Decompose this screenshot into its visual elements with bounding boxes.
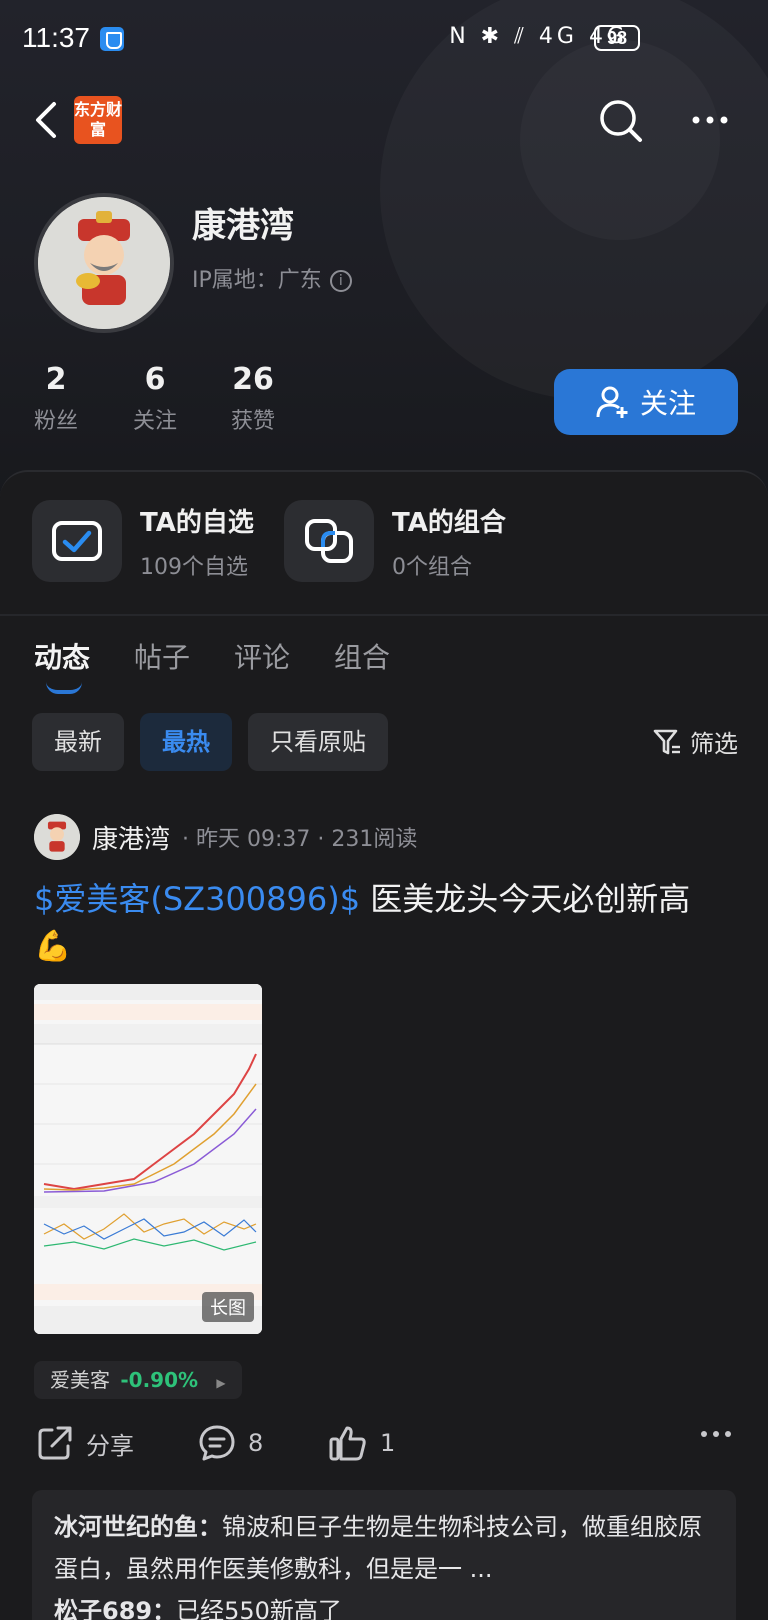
stat-following-label: 关注 <box>132 409 177 434</box>
filter-icon <box>653 729 680 754</box>
stock-tag-change: -0.90% <box>120 1368 199 1392</box>
stat-likes-label: 获赞 <box>230 409 275 434</box>
comment-count: 8 <box>248 1429 264 1457</box>
portfolio-title: TA的组合 <box>392 507 506 538</box>
tab-bar: 动态 帖子 评论 组合 <box>34 636 390 694</box>
post-body: 医美龙头今天必创新高 <box>360 880 691 918</box>
stat-likes[interactable]: 26 获赞 <box>213 362 293 435</box>
tab-portfolio[interactable]: 组合 <box>334 636 390 676</box>
info-icon[interactable]: i <box>329 270 352 292</box>
watchlist-title: TA的自选 <box>140 507 254 538</box>
filter-button[interactable]: 筛选 <box>652 724 738 759</box>
shield-icon <box>100 27 124 51</box>
chevron-right-icon: ▶ <box>216 1376 226 1390</box>
watchlist-count: 109个自选 <box>140 554 248 580</box>
comment-item: 冰河世纪的鱼：锦波和巨子生物是生物科技公司，做重组胶原蛋白，虽然用作医美修敷科，… <box>54 1506 714 1590</box>
more-icon <box>701 1431 731 1437</box>
portfolio-card[interactable]: TA的组合 0个组合 <box>284 500 506 582</box>
stat-following[interactable]: 6 关注 <box>115 362 195 435</box>
post-content[interactable]: $爱美客(SZ300896)$ 医美龙头今天必创新高 💪 <box>34 876 734 970</box>
comment-item: 松子689：已经550新高了 <box>54 1590 714 1620</box>
chip-latest[interactable]: 最新 <box>32 713 124 771</box>
comment-icon <box>199 1425 235 1461</box>
search-icon[interactable] <box>598 98 644 144</box>
post-emoji: 💪 <box>34 929 72 964</box>
ip-location-text: IP属地：广东 <box>192 268 322 293</box>
tab-posts[interactable]: 帖子 <box>134 636 190 676</box>
post-username[interactable]: 康港湾 <box>92 819 170 856</box>
post-more-button[interactable] <box>700 1424 732 1444</box>
filter-label: 筛选 <box>690 730 738 758</box>
app-logo: 东方财富 <box>74 96 122 144</box>
share-button[interactable]: 分享 <box>36 1424 134 1462</box>
ip-location: IP属地：广东 i <box>192 262 352 294</box>
stat-fans-count: 2 <box>45 362 67 397</box>
comment-preview[interactable]: 冰河世纪的鱼：锦波和巨子生物是生物科技公司，做重组胶原蛋白，虽然用作医美修敷科，… <box>32 1490 736 1620</box>
battery-icon: 98 <box>594 25 640 51</box>
share-label: 分享 <box>86 1431 134 1460</box>
back-icon[interactable] <box>32 100 62 140</box>
stat-fans[interactable]: 2 粉丝 <box>16 362 96 435</box>
stock-tag[interactable]: 爱美客 -0.90% ▶ <box>34 1361 242 1399</box>
watchlist-card[interactable]: TA的自选 109个自选 <box>32 500 254 582</box>
status-bar: 11:37 N ✱ ⫽ 4G 4G 98 <box>0 0 768 78</box>
post-image[interactable]: 长图 <box>34 984 262 1334</box>
like-button[interactable]: 1 <box>328 1424 395 1462</box>
comment-author[interactable]: 松子689： <box>54 1597 176 1620</box>
follow-label: 关注 <box>639 387 696 420</box>
comment-author[interactable]: 冰河世纪的鱼： <box>54 1513 222 1541</box>
portfolio-icon <box>284 500 374 582</box>
tab-comments[interactable]: 评论 <box>234 636 290 676</box>
share-icon <box>38 1426 72 1460</box>
profile-name: 康港湾 <box>192 206 294 246</box>
stat-following-count: 6 <box>144 362 166 397</box>
post-meta: · 昨天 09:37 · 231阅读 <box>182 827 418 852</box>
stat-fans-label: 粉丝 <box>33 409 78 434</box>
tab-activity[interactable]: 动态 <box>34 636 90 694</box>
avatar[interactable] <box>34 193 174 333</box>
watchlist-icon <box>32 500 122 582</box>
add-user-icon <box>596 386 628 418</box>
comment-button[interactable]: 8 <box>198 1424 263 1462</box>
long-image-tag: 长图 <box>202 1292 254 1322</box>
stat-likes-count: 26 <box>232 362 274 397</box>
divider <box>0 614 768 616</box>
sort-chips: 最新 最热 只看原贴 <box>32 713 388 771</box>
portfolio-count: 0个组合 <box>392 554 472 580</box>
post-avatar[interactable] <box>34 814 80 860</box>
comment-text: 已经550新高了 <box>176 1597 342 1620</box>
stock-link[interactable]: $爱美客(SZ300896)$ <box>34 880 360 918</box>
thumbs-up-icon <box>329 1426 366 1461</box>
more-icon[interactable] <box>690 100 730 140</box>
status-time: 11:37 <box>22 22 90 53</box>
chip-original-only[interactable]: 只看原贴 <box>248 713 388 771</box>
chip-hottest[interactable]: 最热 <box>140 713 232 771</box>
stock-tag-name: 爱美客 <box>50 1368 110 1392</box>
post-header: 康港湾 · 昨天 09:37 · 231阅读 <box>34 814 417 860</box>
like-count: 1 <box>380 1429 396 1457</box>
post-actions: 分享 8 1 <box>36 1424 736 1470</box>
follow-button[interactable]: 关注 <box>554 369 738 435</box>
